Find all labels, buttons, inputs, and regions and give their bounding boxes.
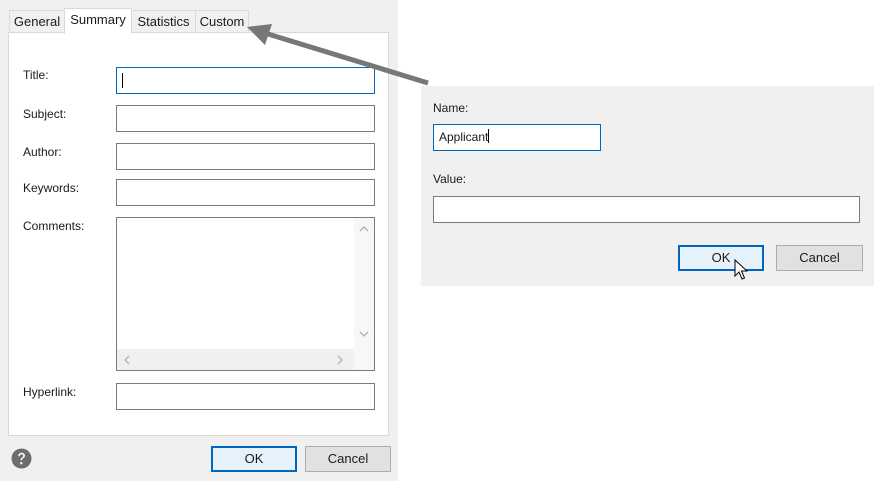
scroll-up-icon[interactable]	[354, 224, 374, 235]
text-caret	[488, 129, 490, 143]
value-label: Value:	[433, 172, 467, 186]
tab-summary[interactable]: Summary	[64, 8, 132, 34]
custom-property-dialog: Name: Applicant Value: OK Cancel	[421, 86, 874, 286]
cancel-button[interactable]: Cancel	[305, 446, 391, 472]
author-input[interactable]	[116, 143, 375, 170]
comments-vertical-scrollbar[interactable]	[354, 218, 374, 349]
hyperlink-label: Hyperlink:	[23, 385, 77, 399]
title-label: Title:	[23, 68, 49, 82]
name-label: Name:	[433, 101, 469, 115]
subject-input[interactable]	[116, 105, 375, 132]
tab-statistics[interactable]: Statistics	[131, 10, 196, 33]
help-icon[interactable]	[11, 448, 32, 469]
scroll-down-icon[interactable]	[354, 330, 374, 341]
title-input[interactable]	[116, 67, 375, 94]
scroll-left-icon[interactable]	[123, 354, 130, 368]
tab-general[interactable]: General	[9, 10, 65, 33]
custom-cancel-button[interactable]: Cancel	[776, 245, 863, 271]
ok-button[interactable]: OK	[211, 446, 297, 472]
name-input[interactable]: Applicant	[433, 124, 601, 151]
scrollbar-corner	[354, 349, 374, 370]
keywords-label: Keywords:	[23, 181, 80, 195]
subject-label: Subject:	[23, 107, 67, 121]
comments-label: Comments:	[23, 219, 85, 233]
scroll-right-icon[interactable]	[337, 354, 344, 368]
tab-custom[interactable]: Custom	[195, 10, 249, 33]
name-value: Applicant	[439, 130, 489, 144]
comments-textarea[interactable]	[116, 217, 375, 371]
value-input[interactable]	[433, 196, 860, 223]
custom-ok-button[interactable]: OK	[678, 245, 764, 271]
hyperlink-input[interactable]	[116, 383, 375, 410]
keywords-input[interactable]	[116, 179, 375, 206]
text-caret	[122, 73, 123, 88]
comments-horizontal-scrollbar[interactable]	[117, 349, 354, 370]
author-label: Author:	[23, 145, 62, 159]
mouse-pointer-icon	[734, 259, 749, 280]
properties-dialog: General Summary Statistics Custom Title:…	[0, 0, 398, 481]
